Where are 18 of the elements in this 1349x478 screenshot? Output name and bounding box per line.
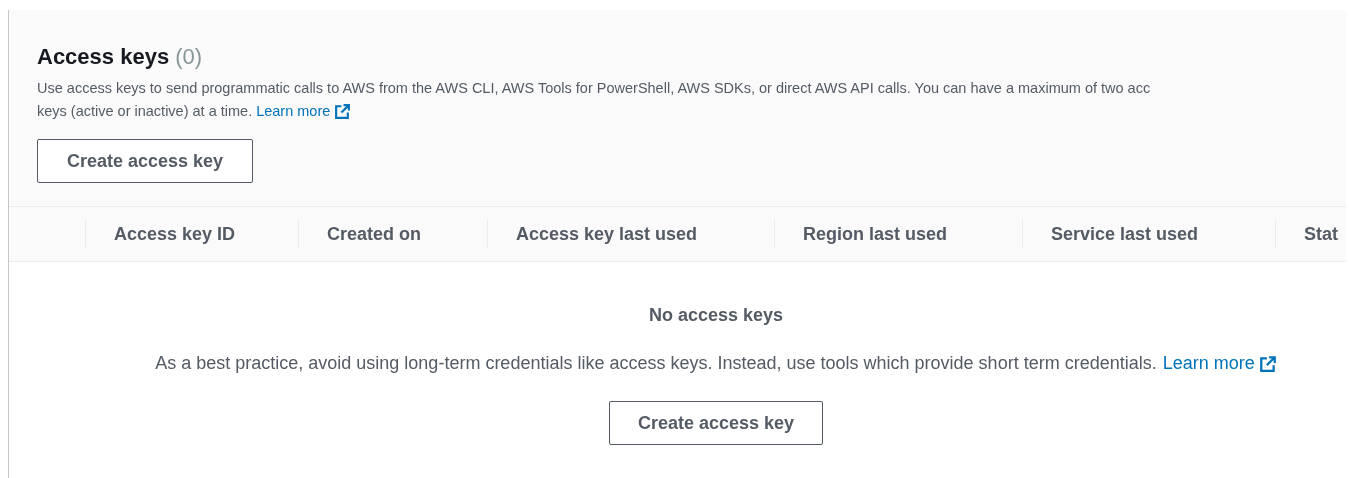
column-header: Service last used — [1051, 222, 1199, 246]
description-text: Use access keys to send programmatic calls to AWS from the AWS CLI, AWS Tools for PowerShell, AWS SDKs, or direct AWS API calls. You can have a maximum of two acc — [37, 79, 1151, 98]
key-count: (0) — [175, 43, 202, 71]
external-link-icon — [334, 103, 352, 120]
column-header: Access key ID — [114, 222, 236, 246]
empty-state-title: No access keys — [648, 304, 784, 327]
column-header: Access key last used — [516, 222, 698, 246]
section-title: Access keys — [37, 43, 170, 71]
external-link-icon — [1258, 354, 1277, 373]
learn-more-link[interactable]: Learn more — [1162, 350, 1277, 377]
description-text: keys (active or inactive) at a time. — [37, 102, 253, 121]
column-header: Created on — [327, 222, 422, 246]
column-header: Region last used — [803, 222, 948, 246]
create-access-key-button[interactable]: Create access key — [608, 401, 824, 445]
create-access-key-button[interactable]: Create access key — [37, 139, 254, 183]
empty-state-message: As a best practice, avoid using long-term credentials like access keys. Instead, use tools which provide short term credentials. — [155, 352, 1157, 375]
column-header: Stat — [1304, 222, 1338, 246]
learn-more-link[interactable]: Learn more — [256, 100, 352, 123]
